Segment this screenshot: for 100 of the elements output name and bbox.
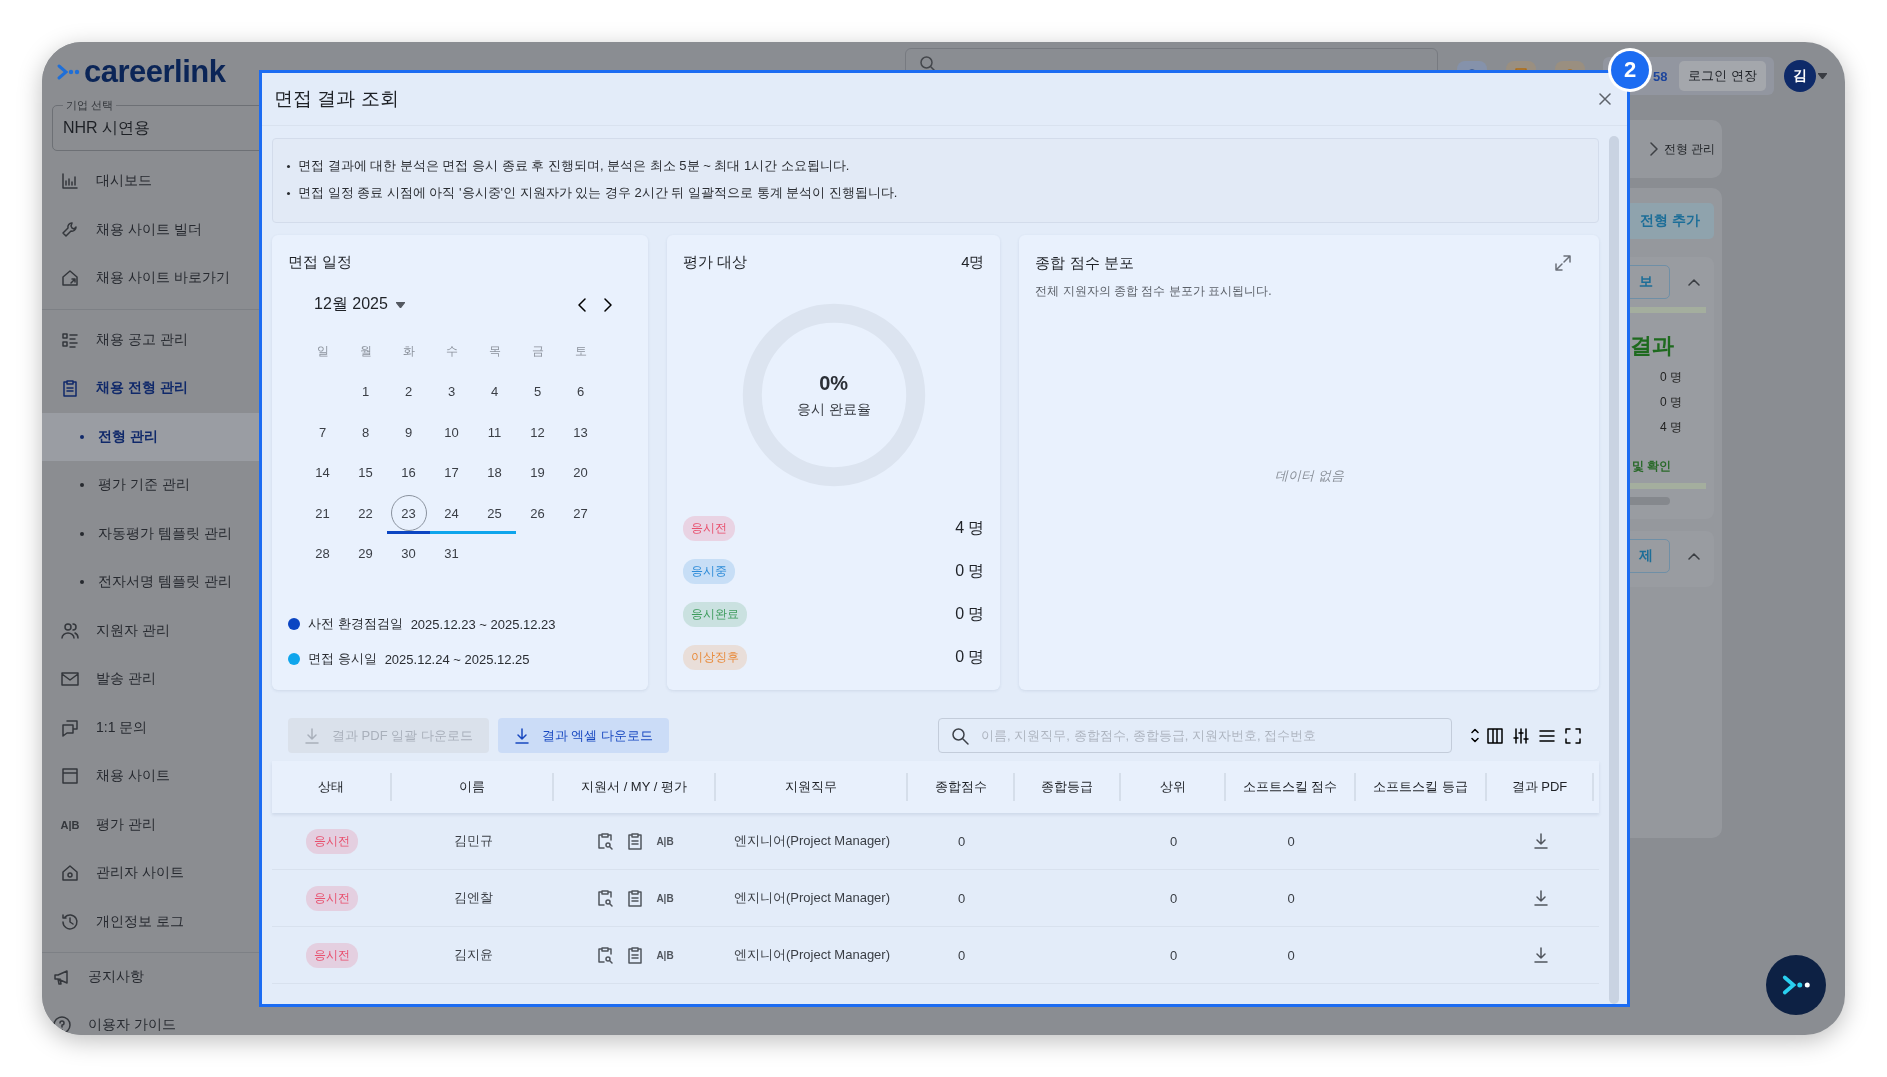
calendar-day[interactable]: 18 [476,454,513,491]
column-header[interactable]: 소프트스킬 등급 [1373,778,1468,796]
application-button[interactable] [595,945,615,965]
breadcrumb-item[interactable]: 전형 관리 [1664,140,1716,158]
column-header[interactable]: 상태 [318,778,344,796]
calendar-day[interactable]: 12 [519,414,556,451]
sidebar-item[interactable]: 채용 사이트 빌더 [42,205,310,254]
calendar-day[interactable]: 2 [390,373,427,410]
calendar-day[interactable]: 16 [390,454,427,491]
expand-arrows-icon [1553,253,1573,273]
card-subtitle: 전체 지원자의 종합 점수 분포가 표시됩니다. [1035,283,1273,300]
status-tag: 응시전 [682,515,735,541]
fullscreen-button[interactable] [1563,725,1584,746]
card-title: 종합 점수 분포 [1035,253,1134,273]
weekday-label: 일 [316,342,329,360]
card-title: 평가 대상 [682,253,747,272]
status-count: 0 명 [955,603,985,624]
close-button[interactable] [1599,93,1611,105]
application-button[interactable] [595,888,615,908]
target-count: 4명 [961,253,985,272]
sidebar-item[interactable]: 지원자 관리 [42,606,310,655]
sidebar-item[interactable]: 이용자 가이드 [42,1001,310,1035]
sidebar-item[interactable]: 채용 공고 관리 [42,315,310,364]
search-field[interactable]: 이름, 지원직무, 종합점수, 종합등급, 지원자번호, 접수번호 [938,718,1453,753]
legend-date-range: 2025.12.23 ~ 2025.12.23 [410,616,556,632]
sidebar-item[interactable]: 채용 전형 관리 [42,364,310,413]
calendar-day[interactable]: 27 [562,495,599,532]
table-cell: 0 [957,833,966,849]
application-button[interactable] [595,831,615,851]
column-header[interactable]: 이름 [459,778,485,796]
expand-button[interactable] [1553,253,1573,273]
sidebar-item[interactable]: 채용 사이트 [42,752,310,801]
table-cell: 0 [1169,947,1178,963]
sliders-icon [1511,725,1532,746]
columns-button[interactable] [1485,725,1506,746]
month-select[interactable]: 12월 2025 [314,294,388,315]
count-text: 0 명 [1659,394,1683,411]
bullet-icon [80,483,84,488]
calendar-day[interactable]: 8 [347,414,384,451]
next-month-button[interactable] [603,297,612,312]
clipboard-button[interactable] [625,831,645,851]
calendar-day[interactable]: 22 [347,495,384,532]
count-text: 4 명 [1659,419,1683,436]
evaluation-button[interactable]: A|B [655,949,675,961]
chevron-up-icon [1688,278,1700,286]
clipboard-button[interactable] [625,945,645,965]
bullet-icon [80,580,84,585]
weekday-label: 수 [445,342,458,360]
column-header[interactable]: 지원직무 [785,778,837,796]
chevron-left-icon [577,297,586,312]
calendar-day[interactable]: 19 [519,454,556,491]
column-header[interactable]: 종합등급 [1041,778,1093,796]
clipboard-icon [625,945,645,965]
chat-launcher-button[interactable] [1766,955,1826,1015]
column-header[interactable]: 결과 PDF [1511,778,1568,796]
notice-text: 면접 결과에 대한 분석은 면접 응시 종료 후 진행되며, 분석은 최소 5분 ~ 최대 1시간 소요됩니다. [298,157,850,175]
people-icon [60,620,80,641]
weekday-label: 월 [359,342,372,360]
calendar-day[interactable]: 6 [562,373,599,410]
column-header[interactable]: 종합점수 [934,778,987,796]
calendar-day[interactable]: 24 [433,495,470,532]
column-header[interactable]: 상위 [1159,778,1186,796]
filter-button[interactable] [1511,725,1532,746]
weekday-label: 금 [531,342,544,360]
download-button[interactable]: 결과 엑셀 다운로드 [497,718,670,753]
column-header[interactable]: 소프트스킬 점수 [1242,778,1338,796]
wrench-icon [60,219,80,240]
calendar-day[interactable]: 17 [433,454,470,491]
calendar-day[interactable]: 29 [347,535,384,572]
calendar-day[interactable]: 1 [347,373,384,410]
calendar-day[interactable]: 10 [433,414,470,451]
clipboard-icon [625,831,645,851]
chevron-up-icon [1688,552,1700,560]
weekday-label: 목 [488,342,501,360]
column-header[interactable]: 지원서 / MY / 평가 [581,778,687,796]
calendar-day[interactable]: 30 [390,535,427,572]
step-badge: 2 [1611,51,1649,89]
sidebar-item[interactable]: 발송 관리 [42,655,310,704]
calendar-day[interactable]: 20 [562,454,599,491]
clipboard-button[interactable] [625,888,645,908]
calendar-day[interactable]: 13 [562,414,599,451]
calendar-day[interactable]: 25 [476,495,513,532]
avatar[interactable]: 김 [1784,60,1817,92]
clipboard-search-icon [595,945,615,965]
evaluation-button[interactable]: A|B [655,835,675,847]
calendar-day[interactable]: 31 [433,535,470,572]
calendar-day[interactable]: 4 [476,373,513,410]
extend-login-button[interactable]: 로그인 연장 [1679,61,1767,91]
status-tag: 응시완료 [682,601,747,627]
browser-window-icon [60,766,80,787]
evaluation-button[interactable]: A|B [655,892,675,904]
calendar-day[interactable]: 15 [347,454,384,491]
table-cell: 0 [1287,947,1295,963]
calendar-day[interactable]: 26 [519,495,556,532]
calendar-day[interactable]: 11 [476,414,513,451]
calendar-day[interactable]: 9 [390,414,427,451]
previous-month-button[interactable] [577,297,586,312]
calendar-day[interactable]: 3 [433,373,470,410]
calendar-day[interactable]: 5 [519,373,556,410]
table-cell: 0 [957,947,966,963]
